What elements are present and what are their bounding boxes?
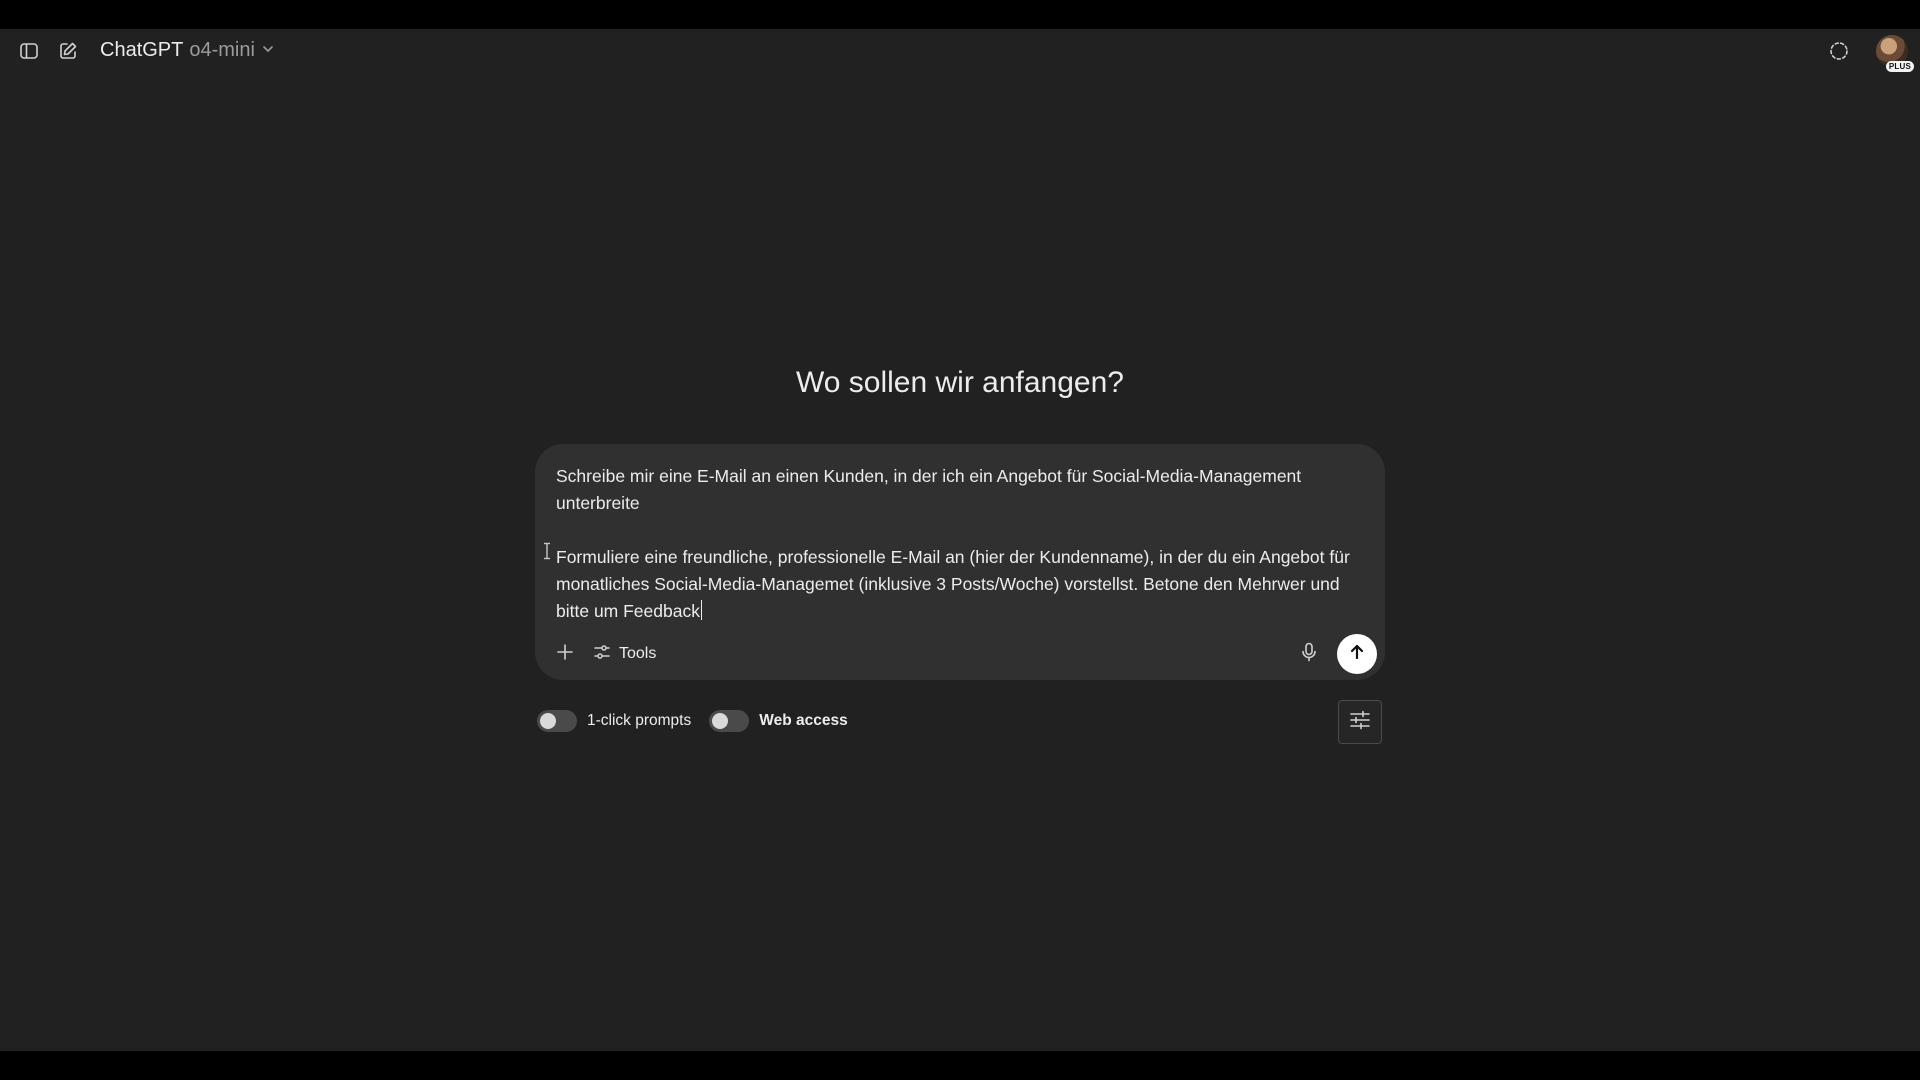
model-variant: o4-mini [189,39,255,61]
web-access-label: Web access [759,712,848,729]
settings-button[interactable] [1338,700,1382,744]
tools-icon [593,643,611,666]
tools-button[interactable]: Tools [593,638,656,670]
temporary-chat-button[interactable] [1821,33,1857,69]
one-click-prompts-label: 1-click prompts [587,712,692,729]
temporary-chat-icon [1828,40,1850,62]
sidebar-toggle-button[interactable] [11,33,47,69]
prompt-textarea[interactable]: Schreibe mir eine E-Mail an einen Kunden… [556,463,1368,625]
plus-badge: PLUS [1885,61,1914,72]
web-access-toggle[interactable] [709,710,750,732]
model-name: ChatGPT [100,39,184,61]
plus-icon [556,643,574,666]
new-chat-icon [58,41,78,61]
microphone-icon [1300,642,1318,667]
i-beam-cursor-icon [542,542,552,563]
attach-button[interactable] [547,636,583,672]
new-chat-button[interactable] [50,33,86,69]
sliders-icon [1349,710,1371,735]
send-button[interactable] [1337,634,1377,674]
model-selector[interactable]: ChatGPT o4-mini [100,39,275,62]
tools-label: Tools [619,645,657,662]
web-access-toggle-group: Web access [709,710,848,732]
text-caret [700,600,702,620]
prompt-text: Schreibe mir eine E-Mail an einen Kunden… [556,466,1350,621]
extension-toggles: 1-click prompts Web access [537,710,866,732]
composer: Schreibe mir eine E-Mail an einen Kunden… [535,444,1385,680]
toggle-knob [712,713,729,729]
one-click-prompts-toggle-group: 1-click prompts [537,710,691,732]
dictate-button[interactable] [1291,636,1327,672]
page-title: Wo sollen wir anfangen? [796,366,1124,399]
one-click-prompts-toggle[interactable] [537,710,577,732]
top-bar: ChatGPT o4-mini PLUS [0,29,1920,73]
chevron-down-icon [261,39,275,62]
toggle-knob [540,713,556,729]
avatar[interactable]: PLUS [1876,35,1914,72]
arrow-up-icon [1348,643,1366,666]
sidebar-toggle-icon [19,41,39,61]
